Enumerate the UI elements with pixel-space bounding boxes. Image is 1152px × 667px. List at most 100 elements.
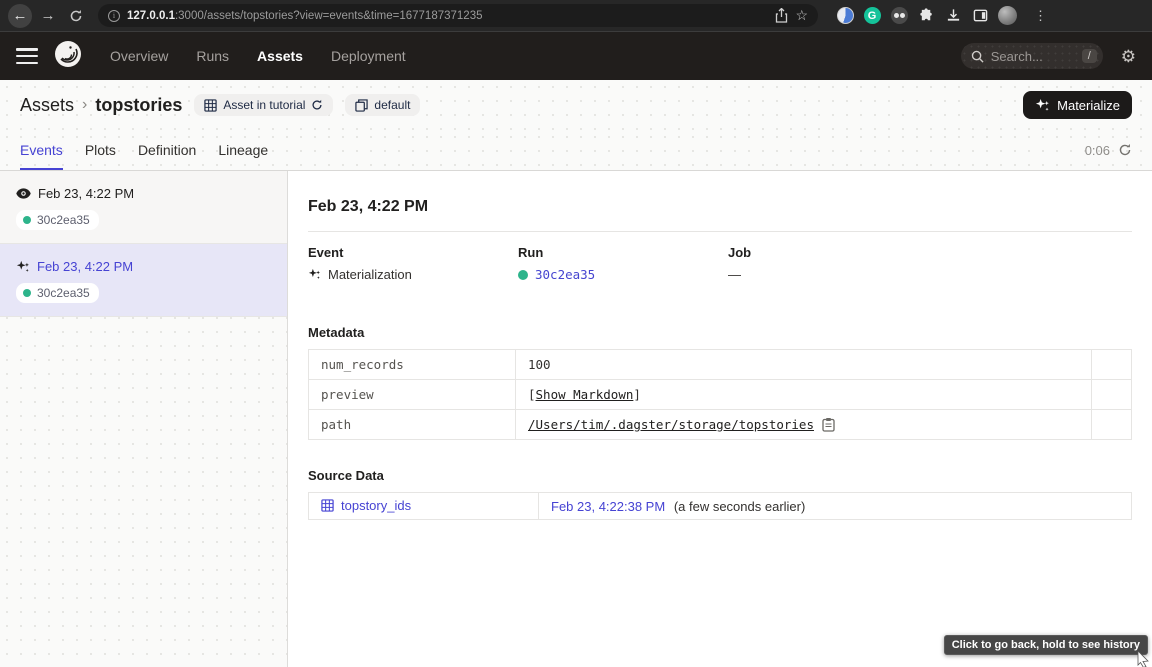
metadata-value: 100 — [516, 350, 1092, 380]
metadata-table: num_records 100 preview [Show Markdown] … — [308, 349, 1132, 440]
browser-forward-button[interactable]: → — [36, 4, 60, 28]
materialization-sparkle-icon — [16, 260, 30, 274]
breadcrumb-assets[interactable]: Assets — [20, 95, 74, 116]
extensions-puzzle-icon[interactable] — [917, 7, 935, 25]
metadata-value: [Show Markdown] — [516, 380, 1092, 410]
tab-definition[interactable]: Definition — [138, 130, 196, 170]
group-badge[interactable]: default — [345, 94, 420, 116]
hamburger-menu-icon[interactable] — [16, 48, 38, 64]
path-link[interactable]: /Users/tim/.dagster/storage/topstories — [528, 417, 814, 432]
address-bar[interactable]: i 127.0.0.1:3000/assets/topstories?view=… — [98, 4, 818, 27]
run-status-dot — [518, 270, 528, 280]
side-panel-icon[interactable] — [971, 7, 989, 25]
source-asset-name: topstory_ids — [341, 498, 411, 513]
event-list-item-observation[interactable]: Feb 23, 4:22 PM 30c2ea35 — [0, 171, 287, 244]
search-placeholder: Search... — [991, 49, 1075, 64]
source-data-title: Source Data — [308, 468, 1132, 483]
event-timestamp: Feb 23, 4:22 PM — [38, 186, 134, 201]
extension-blue-icon[interactable] — [836, 7, 854, 25]
bookmark-star-icon[interactable]: ☆ — [795, 7, 808, 24]
page-info-icon[interactable]: i — [108, 10, 120, 22]
app-navbar: Overview Runs Assets Deployment Search..… — [0, 32, 1152, 80]
materialize-button[interactable]: Materialize — [1023, 91, 1132, 119]
table-row: path /Users/tim/.dagster/storage/topstor… — [309, 410, 1132, 440]
goggles-extension-icon[interactable] — [890, 7, 908, 25]
run-id: 30c2ea35 — [37, 213, 90, 227]
metadata-value: /Users/tim/.dagster/storage/topstories — [516, 410, 1092, 440]
tab-plots[interactable]: Plots — [85, 130, 116, 170]
metadata-extra-cell — [1092, 380, 1132, 410]
run-column: Run 30c2ea35 — [518, 245, 728, 282]
breadcrumb-asset-name: topstories — [95, 95, 182, 116]
source-time-note: (a few seconds earlier) — [674, 499, 806, 514]
browser-back-button[interactable]: ← — [8, 4, 32, 28]
run-status-dot — [23, 289, 31, 297]
table-row: topstory_ids Feb 23, 4:22:38 PM (a few s… — [309, 493, 1132, 520]
metadata-key: num_records — [309, 350, 516, 380]
asset-grid-icon — [321, 499, 334, 512]
materialize-sparkle-icon — [1035, 98, 1050, 113]
nav-item-runs[interactable]: Runs — [196, 48, 229, 64]
source-data-section: Source Data topstory_ids Feb 23, 4:22:38… — [308, 468, 1132, 520]
share-icon[interactable] — [775, 8, 788, 23]
url-text[interactable]: 127.0.0.1:3000/assets/topstories?view=ev… — [127, 10, 768, 22]
nav-item-assets[interactable]: Assets — [257, 48, 303, 64]
bracket: [ — [528, 387, 536, 402]
run-id-pill[interactable]: 30c2ea35 — [16, 210, 99, 230]
table-row: num_records 100 — [309, 350, 1132, 380]
reload-location-icon[interactable] — [311, 99, 323, 111]
dagster-logo[interactable] — [54, 40, 82, 73]
materialization-sparkle-icon — [308, 268, 321, 281]
screen: ← → i 127.0.0.1:3000/assets/topstories?v… — [0, 0, 1152, 667]
event-list-item-materialization[interactable]: Feb 23, 4:22 PM 30c2ea35 — [0, 244, 287, 317]
source-time-link[interactable]: Feb 23, 4:22:38 PM — [551, 499, 665, 514]
tab-lineage[interactable]: Lineage — [218, 130, 268, 170]
browser-toolbar: ← → i 127.0.0.1:3000/assets/topstories?v… — [0, 0, 1152, 32]
group-copy-icon — [355, 99, 368, 112]
nav-item-overview[interactable]: Overview — [110, 48, 168, 64]
settings-gear-icon[interactable]: ⚙ — [1121, 48, 1136, 65]
job-value: — — [728, 267, 741, 282]
run-id-link[interactable]: 30c2ea35 — [535, 267, 595, 282]
breadcrumb-separator: › — [82, 96, 87, 114]
browser-reload-button[interactable] — [64, 4, 88, 28]
event-column-label: Event — [308, 245, 518, 260]
group-label: default — [374, 98, 410, 112]
event-list-sidebar: Feb 23, 4:22 PM 30c2ea35 Feb 23, 4:22 PM… — [0, 171, 288, 667]
extension-icons: G ⋮ — [836, 6, 1047, 25]
code-location-label: Asset in tutorial — [223, 98, 305, 112]
grammarly-icon[interactable]: G — [863, 7, 881, 25]
show-markdown-link[interactable]: Show Markdown — [536, 387, 634, 402]
browser-profile-avatar[interactable] — [998, 6, 1017, 25]
run-id: 30c2ea35 — [37, 286, 90, 300]
job-column-label: Job — [728, 245, 1132, 260]
run-id-pill[interactable]: 30c2ea35 — [16, 283, 99, 303]
metadata-key: preview — [309, 380, 516, 410]
nav-links: Overview Runs Assets Deployment — [110, 48, 406, 64]
refresh-timer: 0:06 — [1085, 143, 1110, 158]
browser-menu-icon[interactable]: ⋮ — [1034, 8, 1047, 24]
metadata-extra-cell — [1092, 410, 1132, 440]
bracket: ] — [633, 387, 641, 402]
metadata-extra-cell — [1092, 350, 1132, 380]
code-location-badge[interactable]: Asset in tutorial — [194, 94, 333, 116]
job-column: Job — — [728, 245, 1132, 282]
asset-tabs: Events Plots Definition Lineage 0:06 — [0, 130, 1152, 171]
reload-icon — [69, 9, 83, 23]
source-data-table: topstory_ids Feb 23, 4:22:38 PM (a few s… — [308, 492, 1132, 520]
downloads-icon[interactable] — [944, 7, 962, 25]
url-rest: :3000/assets/topstories?view=events&time… — [175, 10, 483, 22]
metadata-section: Metadata num_records 100 preview [Show M… — [308, 325, 1132, 440]
source-asset-link[interactable]: topstory_ids — [321, 498, 411, 513]
nav-item-deployment[interactable]: Deployment — [331, 48, 406, 64]
event-detail-title: Feb 23, 4:22 PM — [308, 198, 1132, 216]
back-button-tooltip: Click to go back, hold to see history — [944, 635, 1148, 655]
refresh-icon[interactable] — [1118, 143, 1132, 157]
search-input[interactable]: Search... / — [961, 43, 1103, 69]
observation-eye-icon — [16, 188, 31, 199]
tab-events[interactable]: Events — [20, 130, 63, 170]
run-column-label: Run — [518, 245, 728, 260]
copy-clipboard-icon[interactable] — [822, 417, 835, 432]
search-icon — [971, 50, 984, 63]
event-detail-panel: Feb 23, 4:22 PM Event Materialization Ru… — [288, 171, 1152, 667]
